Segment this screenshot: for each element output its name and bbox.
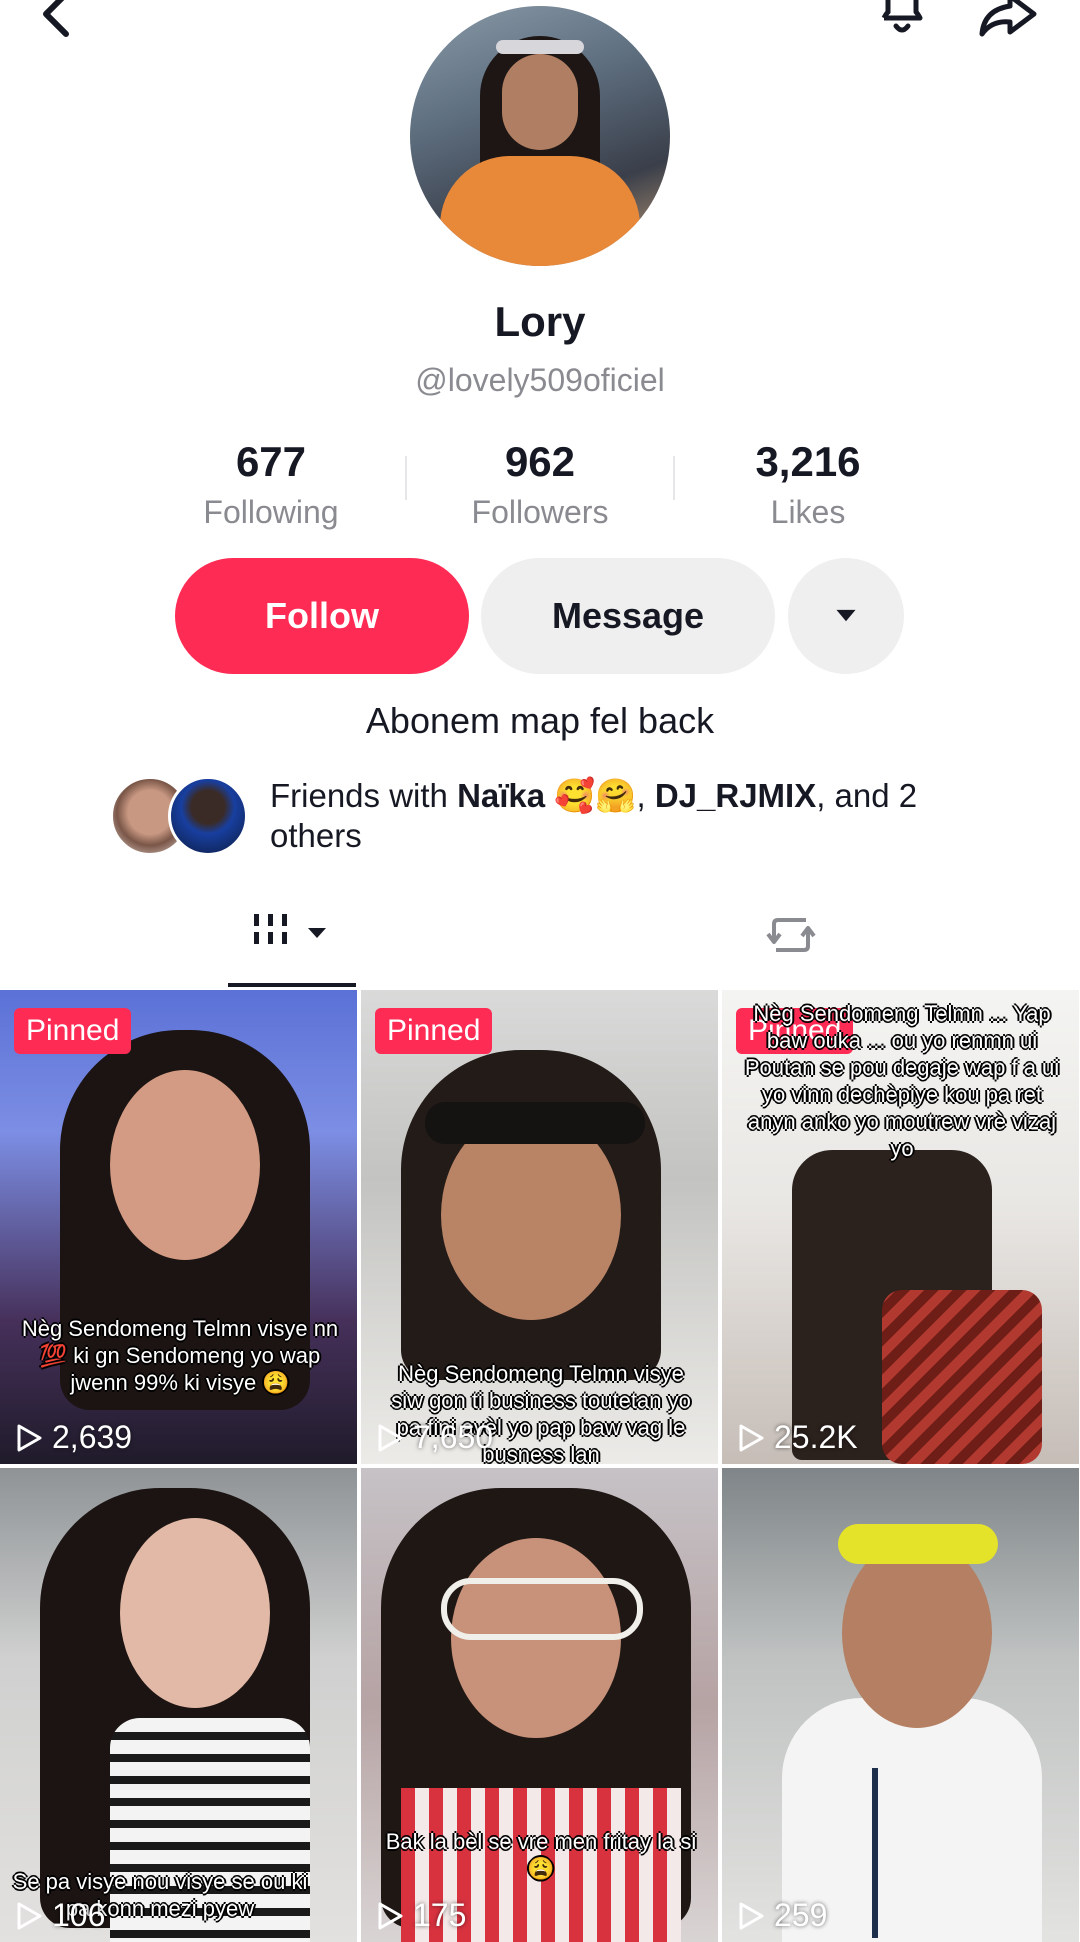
- back-button[interactable]: [30, 0, 90, 46]
- follow-button[interactable]: Follow: [175, 558, 469, 674]
- video-caption: Nèg Sendomeng Telmn visye nn 💯 ki gn Sen…: [21, 1316, 339, 1395]
- mutual-friends-avatars[interactable]: [110, 776, 270, 856]
- friend-name-1: Naïka: [457, 777, 546, 814]
- friends-prefix: Friends with: [270, 777, 458, 814]
- pinned-badge: Pinned: [14, 1008, 132, 1054]
- view-count-value: 106: [52, 1897, 106, 1933]
- view-count: 175: [375, 1897, 466, 1934]
- notification-bell-button[interactable]: [872, 0, 932, 46]
- grid-videos-icon: [254, 914, 326, 944]
- stat-followers[interactable]: 962 Followers: [420, 438, 660, 531]
- profile-avatar[interactable]: [410, 6, 670, 266]
- bell-icon: [881, 0, 923, 33]
- video-tile[interactable]: Pinned Nèg Sendomeng Telmn visye nn 💯 ki…: [0, 990, 357, 1464]
- play-icon: [378, 1424, 403, 1451]
- view-count: 25.2K: [736, 1419, 858, 1456]
- more-options-button[interactable]: [788, 558, 904, 674]
- friends-sep: ,: [636, 777, 655, 814]
- view-count-value: 25.2K: [774, 1419, 858, 1455]
- active-tab-indicator: [228, 983, 356, 987]
- view-count-value: 259: [774, 1897, 828, 1933]
- avatar: [168, 776, 248, 856]
- mutual-friends-text[interactable]: Friends with Naïka 🥰🤗, DJ_RJMIX, and 2 o…: [270, 776, 990, 856]
- view-count: 106: [14, 1897, 105, 1934]
- video-tile[interactable]: Se pa visye nou visye se ou ki pa konn m…: [0, 1468, 357, 1942]
- view-count-value: 7,650: [413, 1419, 494, 1455]
- video-caption: Nèg Sendomeng Telmn ... Yap baw ouka ...…: [744, 1001, 1060, 1161]
- play-icon: [739, 1424, 764, 1451]
- video-tile[interactable]: 259: [722, 1468, 1079, 1942]
- view-count: 2,639: [14, 1419, 132, 1456]
- stat-divider: [405, 456, 407, 500]
- stat-value: 962: [504, 438, 576, 485]
- back-icon: [43, 0, 69, 37]
- video-tile[interactable]: Bak la bèl se vre men fritay la si 😩 175: [361, 1468, 718, 1942]
- video-tile[interactable]: Pinned Nèg Sendomeng Telmn ... Yap baw o…: [722, 990, 1079, 1464]
- stat-value: 3,216: [755, 438, 861, 485]
- stat-value: 677: [235, 438, 307, 485]
- video-caption: Bak la bèl se vre men fritay la si 😩: [385, 1829, 697, 1881]
- profile-name: Lory: [494, 298, 586, 345]
- play-icon: [17, 1902, 42, 1929]
- video-grid: Pinned Nèg Sendomeng Telmn visye nn 💯 ki…: [0, 990, 1080, 1942]
- chevron-down-icon: [836, 609, 856, 622]
- view-count-value: 175: [413, 1897, 467, 1933]
- tab-reposts[interactable]: [756, 908, 826, 968]
- friend-name-2: DJ_RJMIX: [654, 777, 817, 814]
- repost-icon: [766, 918, 816, 952]
- tab-videos[interactable]: [250, 908, 340, 968]
- stat-likes[interactable]: 3,216 Likes: [688, 438, 928, 531]
- stat-label: Likes: [770, 494, 846, 530]
- profile-bio: Abonem map fel back: [365, 700, 715, 741]
- share-icon: [979, 0, 1037, 37]
- stat-label: Following: [203, 494, 339, 530]
- view-count-value: 2,639: [52, 1419, 133, 1455]
- share-button[interactable]: [972, 0, 1042, 50]
- stat-divider: [673, 456, 675, 500]
- stat-following[interactable]: 677 Following: [151, 438, 391, 531]
- profile-handle: @lovely509oficiel: [415, 362, 665, 398]
- pinned-badge: Pinned: [375, 1008, 493, 1054]
- video-tile[interactable]: Pinned Nèg Sendomeng Telmn visye siw gon…: [361, 990, 718, 1464]
- friend-emoji: 🥰🤗: [554, 777, 637, 814]
- play-icon: [378, 1902, 403, 1929]
- view-count: 259: [736, 1897, 827, 1934]
- play-icon: [739, 1902, 764, 1929]
- play-icon: [17, 1424, 42, 1451]
- stat-label: Followers: [471, 494, 609, 530]
- message-button[interactable]: Message: [481, 558, 775, 674]
- view-count: 7,650: [375, 1419, 493, 1456]
